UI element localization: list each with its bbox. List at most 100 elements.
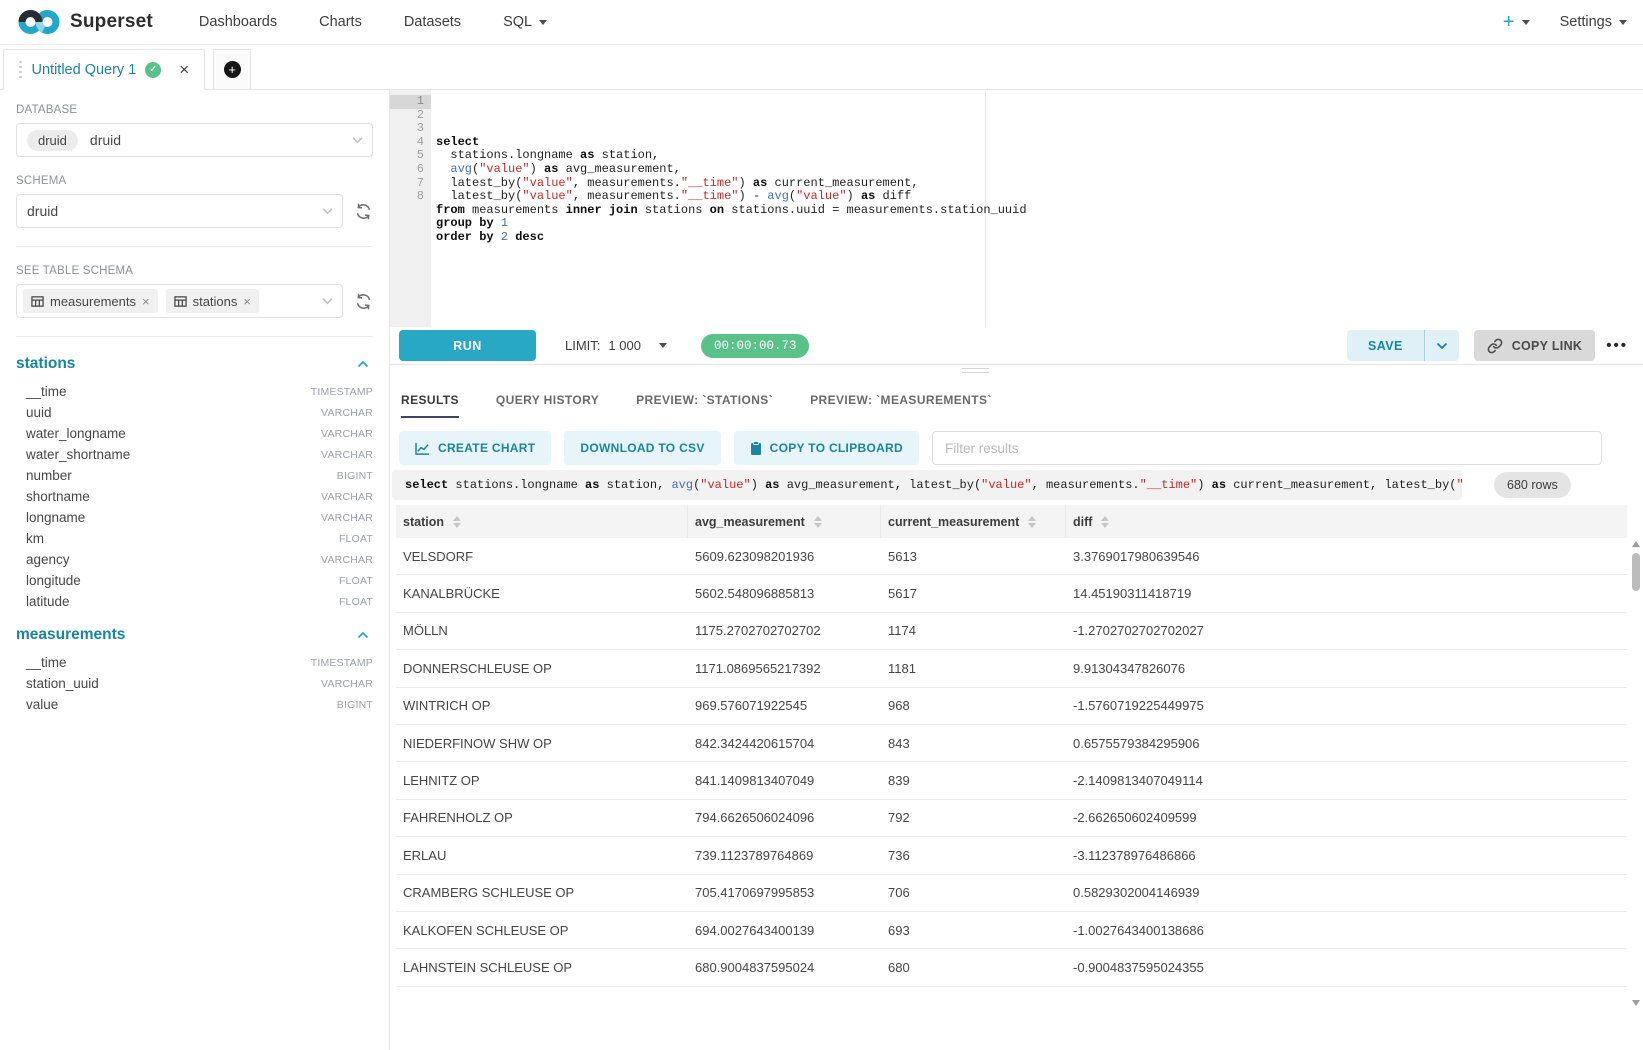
chevron-down-icon [352,137,363,144]
table-cell: 0.5829302004146939 [1066,885,1627,900]
results-tab-preview-stations[interactable]: PREVIEW: `STATIONS` [636,393,773,418]
nav-item-dashboards[interactable]: Dashboards [199,14,277,30]
scroll-up-icon[interactable] [1632,541,1640,547]
results-tab-preview-measurements[interactable]: PREVIEW: `MEASUREMENTS` [810,393,992,418]
table-cell: 842.3424420615704 [688,736,881,751]
code-line[interactable]: avg("value") as avg_measurement, [436,163,1643,177]
sort-icon[interactable] [1028,516,1036,528]
table-cell: 694.0027643400139 [688,923,881,938]
table-cell: 841.1409813407049 [688,773,881,788]
limit-dropdown[interactable]: LIMIT: 1 000 [565,338,667,353]
column-header-avg_measurement[interactable]: avg_measurement [688,505,881,538]
scrollbar-thumb[interactable] [1632,553,1640,591]
create-chart-button[interactable]: CREATE CHART [399,431,551,465]
table-row: KALKOFEN SCHLEUSE OP694.0027643400139693… [396,912,1627,949]
table-cell: -3.112378976486866 [1066,848,1627,863]
code-line[interactable]: order by 2 desc [436,231,1643,245]
column-name: uuid [26,405,52,420]
editor-code[interactable]: select stations.longname as station, avg… [431,90,1643,327]
chevron-up-icon [357,360,369,368]
table-row: CRAMBERG SCHLEUSE OP705.4170697995853706… [396,875,1627,912]
code-line[interactable]: stations.longname as station, [436,149,1643,163]
results-tab-results[interactable]: RESULTS [401,393,459,418]
line-number: 7 [390,177,431,191]
table-section-measurements: measurements__timeTIMESTAMPstation_uuidV… [16,626,373,715]
close-tab-icon[interactable]: × [179,61,189,78]
refresh-tables-icon[interactable] [354,292,373,311]
column-name: latitude [26,594,70,609]
table-section-header[interactable]: measurements [16,626,373,644]
column-name: station_uuid [26,676,99,691]
sort-icon[interactable] [814,516,822,528]
executed-query-preview[interactable]: select stations.longname as station, avg… [392,470,1462,500]
download-csv-button[interactable]: DOWNLOAD TO CSV [564,431,720,465]
table-cell: -0.9004837595024355 [1066,960,1627,975]
vertical-scrollbar[interactable] [1629,541,1643,1006]
add-tab-button[interactable]: + [213,49,251,90]
nav-item-label: SQL [503,14,532,30]
table-row: DONNERSCHLEUSE OP1171.086956521739211819… [396,650,1627,687]
results-actions: CREATE CHART DOWNLOAD TO CSV COPY TO CLI… [399,431,1643,465]
copy-clipboard-button[interactable]: COPY TO CLIPBOARD [734,431,919,465]
save-button[interactable]: SAVE [1347,330,1425,361]
results-pane: RESULTS QUERY HISTORY PREVIEW: `STATIONS` P… [390,365,1643,1050]
scroll-down-icon[interactable] [1632,1000,1640,1006]
save-split-button: SAVE [1347,330,1459,361]
filter-results-input[interactable] [932,431,1602,465]
new-menu-button[interactable]: + [1503,12,1530,32]
table-schema-select[interactable]: measurements× stations× [16,284,343,318]
drag-handle-icon[interactable] [19,61,22,79]
refresh-schemas-icon[interactable] [354,202,373,221]
table-section-header[interactable]: stations [16,355,373,373]
table-cell: LEHNITZ OP [396,773,688,788]
results-tab-query-history[interactable]: QUERY HISTORY [496,393,599,418]
nav-item-sql[interactable]: SQL [503,14,547,30]
run-button[interactable]: RUN [399,330,536,361]
create-chart-label: CREATE CHART [438,441,535,455]
table-chip-measurements[interactable]: measurements× [23,289,158,313]
column-header-diff[interactable]: diff [1066,505,1627,538]
column-row: valueBIGINT [16,694,373,715]
settings-menu-button[interactable]: Settings [1560,14,1627,30]
table-chip-stations[interactable]: stations× [166,289,259,313]
remove-chip-icon[interactable]: × [243,294,251,309]
code-line[interactable]: select [436,136,1643,150]
column-header-label: diff [1073,515,1092,529]
table-cell: 14.45190311418719 [1066,586,1627,601]
code-line[interactable]: latest_by("value", measurements."__time"… [436,177,1643,191]
chevron-up-icon [357,631,369,639]
table-cell: 706 [881,885,1066,900]
pane-resize-handle[interactable] [962,368,989,373]
table-cell: 9.91304347826076 [1066,661,1627,676]
column-type: VARCHAR [321,449,373,461]
column-type: FLOAT [339,575,373,587]
code-line[interactable]: group by 1 [436,217,1643,231]
database-value: druid [90,132,121,148]
database-select[interactable]: druid druid [16,123,373,157]
column-header-label: avg_measurement [695,515,805,529]
more-actions-button[interactable]: ••• [1606,337,1628,354]
sql-editor[interactable]: 12345678 select stations.longname as sta… [390,90,1643,327]
sort-icon[interactable] [1101,516,1109,528]
column-header-current_measurement[interactable]: current_measurement [881,505,1066,538]
results-grid-header: station avg_measurement current_measuremen… [396,505,1627,538]
nav-item-charts[interactable]: Charts [319,14,362,30]
code-line[interactable]: from measurements inner join stations on… [436,204,1643,218]
code-line[interactable]: latest_by("value", measurements."__time"… [436,190,1643,204]
schema-select[interactable]: druid [16,194,343,228]
sort-icon[interactable] [453,516,461,528]
chevron-down-icon [322,208,333,215]
editor-gutter: 12345678 [390,90,431,327]
copy-link-button[interactable]: COPY LINK [1474,330,1596,361]
remove-chip-icon[interactable]: × [142,294,150,309]
table-row: LAHNSTEIN SCHLEUSE OP680.900483759502468… [396,949,1627,986]
superset-logo[interactable]: Superset [16,7,153,37]
column-header-station[interactable]: station [396,505,688,538]
nav-item-datasets[interactable]: Datasets [404,14,461,30]
column-row: longitudeFLOAT [16,570,373,591]
save-options-button[interactable] [1425,330,1459,361]
table-cell: 1171.0869565217392 [688,661,881,676]
table-cell: 968 [881,698,1066,713]
query-tab[interactable]: Untitled Query 1 ✓ × [3,49,205,90]
table-cell: KALKOFEN SCHLEUSE OP [396,923,688,938]
